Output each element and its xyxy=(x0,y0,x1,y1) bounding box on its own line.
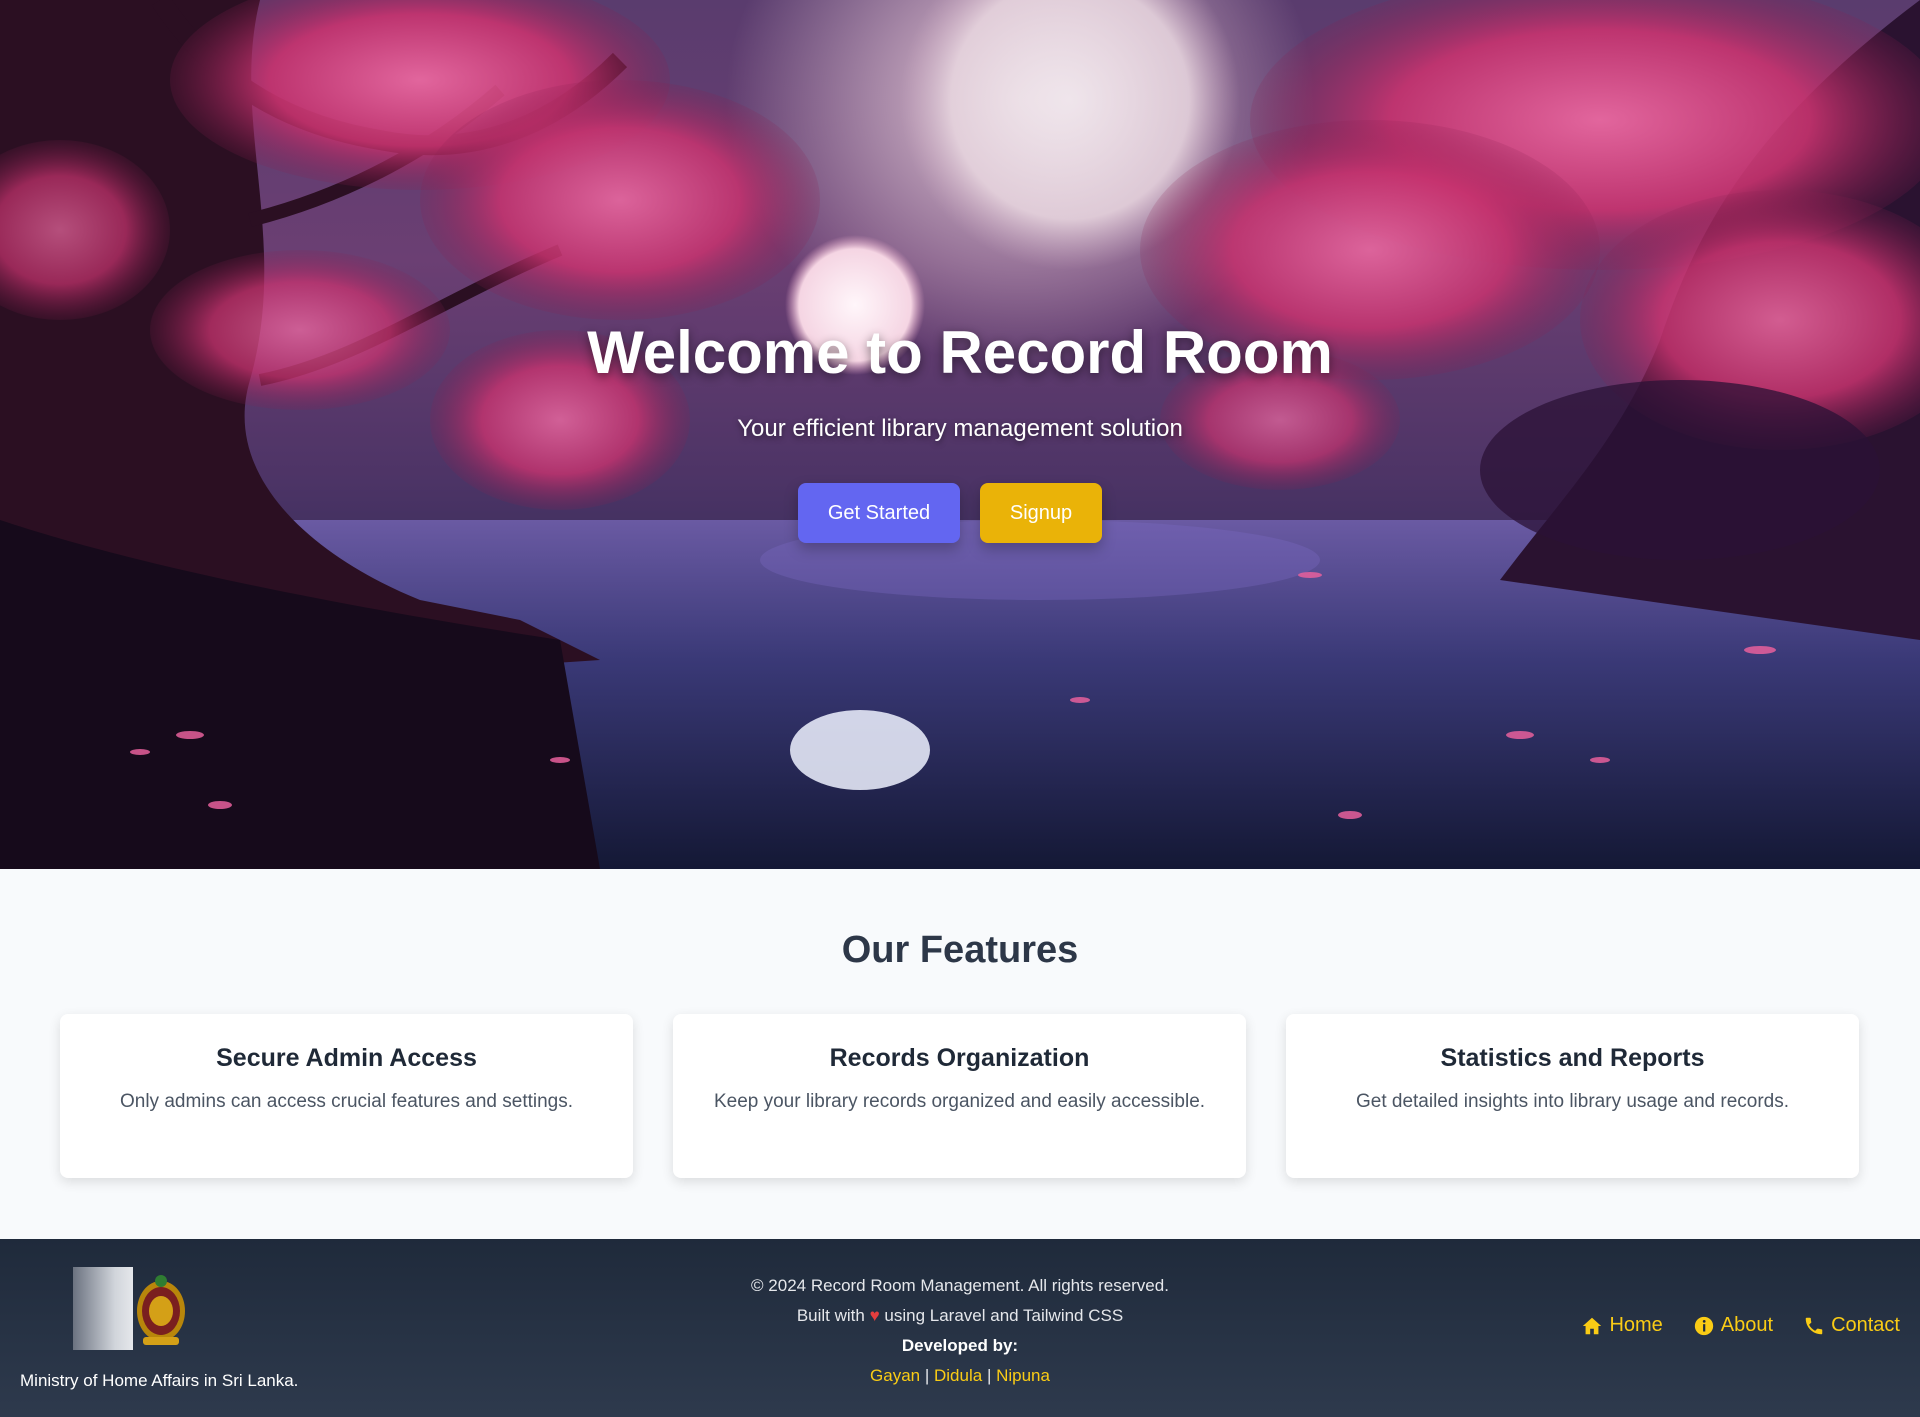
signup-button[interactable]: Signup xyxy=(980,483,1102,543)
hero-subtitle: Your efficient library management soluti… xyxy=(737,415,1183,442)
features-section: Our Features Secure Admin Access Only ad… xyxy=(0,869,1920,1239)
hero-section: Welcome to Record Room Your efficient li… xyxy=(0,0,1920,869)
home-icon xyxy=(1583,1317,1602,1334)
feature-card-title: Records Organization xyxy=(829,1044,1090,1072)
separator: | xyxy=(986,1366,992,1385)
hero-title: Welcome to Record Room xyxy=(587,319,1333,386)
feature-card-description: Keep your library records organized and … xyxy=(713,1091,1206,1112)
feature-card-secure-admin-access: Secure Admin Access Only admins can acce… xyxy=(60,1014,633,1178)
developer-links: Gayan | Didula | Nipuna xyxy=(0,1361,1920,1391)
footer-nav-label: Contact xyxy=(1831,1314,1900,1336)
get-started-button[interactable]: Get Started xyxy=(798,483,960,543)
info-icon xyxy=(1694,1316,1713,1335)
separator: | xyxy=(924,1366,930,1385)
built-with-suffix: using Laravel and Tailwind CSS xyxy=(884,1306,1124,1325)
feature-card-title: Secure Admin Access xyxy=(216,1044,477,1072)
hero-content: Welcome to Record Room Your efficient li… xyxy=(0,318,1920,543)
developer-link-nipuna[interactable]: Nipuna xyxy=(996,1366,1050,1385)
feature-card-description: Get detailed insights into library usage… xyxy=(1355,1091,1790,1112)
feature-card-statistics-and-reports: Statistics and Reports Get detailed insi… xyxy=(1286,1014,1859,1178)
feature-card-description: Only admins can access crucial features … xyxy=(119,1091,574,1112)
footer-nav: Home About Contact xyxy=(1581,1314,1900,1337)
developer-link-didula[interactable]: Didula xyxy=(934,1366,982,1385)
feature-cards: Secure Admin Access Only admins can acce… xyxy=(60,1014,1859,1178)
features-title: Our Features xyxy=(841,929,1079,971)
footer-nav-contact[interactable]: Contact xyxy=(1803,1314,1900,1337)
phone-icon xyxy=(1805,1317,1823,1334)
feature-card-records-organization: Records Organization Keep your library r… xyxy=(673,1014,1246,1178)
footer: Ministry of Home Affairs in Sri Lanka. ©… xyxy=(0,1239,1920,1417)
heart-icon: ♥ xyxy=(869,1306,880,1325)
developer-link-gayan[interactable]: Gayan xyxy=(870,1366,920,1385)
footer-nav-about[interactable]: About xyxy=(1693,1314,1773,1337)
footer-nav-label: About xyxy=(1720,1314,1774,1336)
built-with-prefix: Built with xyxy=(796,1306,865,1325)
footer-nav-label: Home xyxy=(1609,1314,1663,1336)
footer-nav-home[interactable]: Home xyxy=(1581,1314,1663,1337)
feature-card-title: Statistics and Reports xyxy=(1440,1044,1705,1072)
copyright-text: © 2024 Record Room Management. All right… xyxy=(751,1276,1169,1295)
hero-buttons: Get Started Signup xyxy=(0,483,1920,543)
